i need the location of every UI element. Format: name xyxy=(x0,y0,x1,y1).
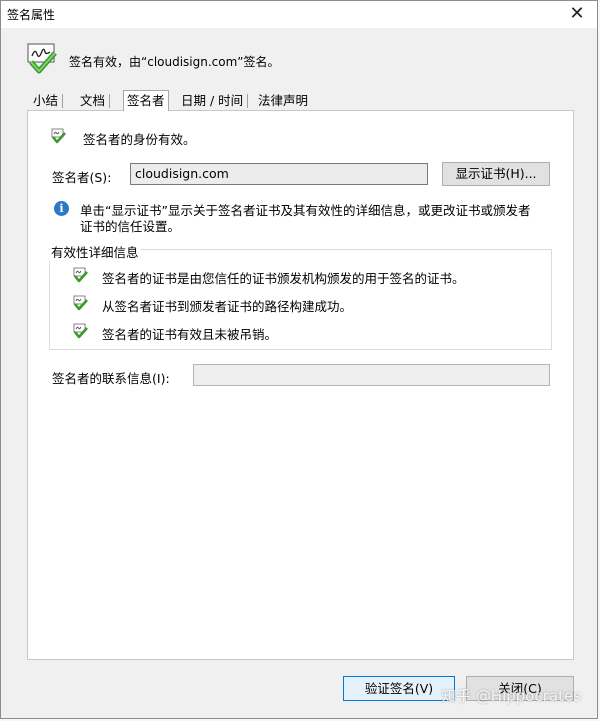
identity-valid-icon xyxy=(51,128,66,144)
tab-legal-notice[interactable]: 法律声明 xyxy=(255,92,311,110)
verify-signature-button[interactable]: 验证签名(V) xyxy=(343,676,455,701)
info-text-line2: 证书的信任设置。 xyxy=(80,219,181,234)
signer-label: 签名者(S): xyxy=(52,170,112,185)
contact-info-label: 签名者的联系信息(I): xyxy=(52,371,170,386)
cert-not-revoked-icon xyxy=(73,323,88,339)
signer-field[interactable]: cloudisign.com xyxy=(130,163,428,185)
cert-trusted-icon xyxy=(73,267,88,283)
validity-group-title: 有效性详细信息 xyxy=(49,242,141,261)
close-window-icon[interactable]: ✕ xyxy=(565,3,589,25)
signature-status-header: 签名有效，由“cloudisign.com”签名。 xyxy=(1,28,597,90)
validity-detail-3: 签名者的证书有效且未被吊销。 xyxy=(102,327,278,342)
signature-properties-dialog: 签名属性 ✕ 签名有效，由“cloudisign.com”签名。 小结 文档 签… xyxy=(0,0,598,719)
tab-document[interactable]: 文档 xyxy=(77,92,111,110)
tab-date-time[interactable]: 日期 / 时间 xyxy=(178,92,249,110)
tab-summary[interactable]: 小结 xyxy=(30,92,64,110)
signer-tab-panel: 签名者的身份有效。 签名者(S): cloudisign.com 显示证书(H)… xyxy=(27,110,574,660)
window-title: 签名属性 xyxy=(7,8,56,22)
validity-detail-1: 签名者的证书是由您信任的证书颁发机构颁发的用于签名的证书。 xyxy=(102,271,465,286)
signature-status-text: 签名有效，由“cloudisign.com”签名。 xyxy=(69,55,280,69)
tab-signer[interactable]: 签名者 xyxy=(123,90,169,111)
contact-info-field[interactable] xyxy=(193,364,550,386)
cert-path-valid-icon xyxy=(73,295,88,311)
identity-status-text: 签名者的身份有效。 xyxy=(83,132,196,147)
signature-valid-icon xyxy=(27,43,57,74)
validity-detail-2: 从签名者证书到颁发者证书的路径构建成功。 xyxy=(102,299,353,314)
info-icon: i xyxy=(54,201,69,216)
title-bar: 签名属性 ✕ xyxy=(1,1,597,28)
show-certificate-button[interactable]: 显示证书(H)... xyxy=(442,162,550,186)
watermark-text: 知乎 @Hippocrates xyxy=(441,687,581,705)
